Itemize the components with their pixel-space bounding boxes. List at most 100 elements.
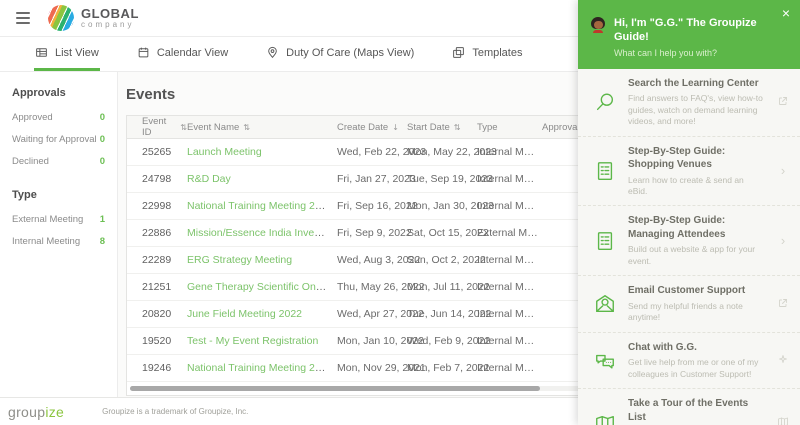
cell-event-name: R&D Day [187, 173, 337, 185]
sparkle-icon [776, 353, 790, 368]
filter-internal-meeting[interactable]: Internal Meeting 8 [12, 236, 105, 247]
cell-start-date: Mon, Jan 30, 2023 [407, 200, 477, 212]
filter-waiting-for-approval[interactable]: Waiting for Approval 0 [12, 134, 105, 145]
filter-approved[interactable]: Approved 0 [12, 112, 105, 123]
cell-event-name: National Training Meeting 2022 [187, 362, 337, 374]
cell-create-date: Wed, Aug 3, 2022 [337, 254, 407, 266]
filter-label: Waiting for Approval [12, 134, 97, 145]
tab-label: Duty Of Care (Maps View) [286, 47, 414, 59]
external-link-icon [776, 95, 790, 110]
event-name-link[interactable]: Mission/Essence India Investigators Meet… [187, 227, 337, 239]
cell-event-name: ERG Strategy Meeting [187, 254, 337, 266]
cell-type: Internal Meeting [477, 308, 542, 320]
cell-event-name: Gene Therapy Scientific Onboarding Meeti… [187, 281, 337, 293]
cell-type: Internal Meeting [477, 362, 542, 374]
guide-item-desc: Get live help from me or one of my colle… [628, 357, 764, 380]
cell-id: 19246 [142, 362, 187, 374]
cell-event-name: June Field Meeting 2022 [187, 308, 337, 320]
event-name-link[interactable]: R&D Day [187, 173, 231, 185]
tab-list-view[interactable]: List View [34, 37, 100, 71]
event-name-link[interactable]: Gene Therapy Scientific Onboarding Meeti… [187, 281, 337, 293]
filter-label: Internal Meeting [12, 236, 80, 247]
cell-type: Internal Meeting [477, 281, 542, 293]
cell-create-date: Wed, Apr 27, 2022 [337, 308, 407, 320]
globe-logo-icon [48, 5, 74, 31]
column-label: Start Date [407, 122, 450, 133]
sort-icon: ⇅ [180, 123, 187, 132]
filter-count: 0 [100, 134, 105, 145]
tab-duty-of-care[interactable]: Duty Of Care (Maps View) [265, 37, 415, 71]
column-label: Event Name [187, 122, 239, 133]
app-window: GLOBAL company List View Calendar View D… [0, 0, 800, 425]
event-name-link[interactable]: ERG Strategy Meeting [187, 254, 292, 266]
guide-list-icon [594, 160, 616, 182]
event-name-link[interactable]: June Field Meeting 2022 [187, 308, 302, 320]
cell-start-date: Wed, Feb 9, 2022 [407, 335, 477, 347]
filter-declined[interactable]: Declined 0 [12, 156, 105, 167]
map-icon [776, 416, 790, 425]
guide-list-icon [594, 230, 616, 252]
event-name-link[interactable]: National Training Meeting 2022 [187, 362, 332, 374]
column-header-event-name[interactable]: Event Name⇅ [187, 122, 337, 133]
guide-item-shopping-venues[interactable]: Step-By-Step Guide: Shopping Venues Lear… [578, 137, 800, 207]
hamburger-menu-icon[interactable] [12, 8, 34, 28]
map-icon [594, 413, 616, 425]
column-header-type[interactable]: Type [477, 122, 542, 133]
horizontal-scrollbar-thumb[interactable] [130, 386, 540, 391]
guide-item-search-learning-center[interactable]: Search the Learning Center Find answers … [578, 69, 800, 137]
column-header-event-id[interactable]: Event ID ⇅ [142, 116, 187, 138]
cell-start-date: Mon, May 22, 2023 [407, 146, 477, 158]
cell-start-date: Tue, Sep 19, 2023 [407, 173, 477, 185]
guide-item-title: Step-By-Step Guide: Managing Attendees [628, 214, 764, 241]
event-name-link[interactable]: Launch Meeting [187, 146, 262, 158]
guide-item-chat[interactable]: Chat with G.G. Get live help from me or … [578, 333, 800, 389]
cell-create-date: Fri, Sep 9, 2022 [337, 227, 407, 239]
cell-create-date: Mon, Jan 10, 2022 [337, 335, 407, 347]
guide-item-title: Search the Learning Center [628, 77, 764, 91]
chevron-right-icon: › [776, 163, 790, 178]
guide-item-tour[interactable]: Take a Tour of the Events List I'll be y… [578, 389, 800, 425]
tab-templates[interactable]: Templates [451, 37, 523, 71]
cell-event-name: Mission/Essence India Investigators Meet… [187, 227, 337, 239]
copy-icon [452, 46, 465, 59]
trademark-text: Groupize is a trademark of Groupize, Inc… [102, 407, 248, 416]
tab-calendar-view[interactable]: Calendar View [136, 37, 229, 71]
guide-item-desc: Build out a website & app for your event… [628, 244, 764, 267]
guide-item-email-support[interactable]: Email Customer Support Send my helpful f… [578, 276, 800, 332]
cell-id: 22998 [142, 200, 187, 212]
column-label: Create Date [337, 122, 388, 133]
close-icon[interactable]: × [782, 6, 790, 20]
filter-count: 0 [100, 156, 105, 167]
column-header-create-date[interactable]: Create Date ↓ [337, 122, 407, 133]
cell-id: 22886 [142, 227, 187, 239]
guide-subtitle: What can I help you with? [614, 48, 788, 58]
cell-id: 19520 [142, 335, 187, 347]
event-name-link[interactable]: Test - My Event Registration [187, 335, 318, 347]
column-label: Event ID [142, 116, 176, 138]
cell-type: Internal Meeting [477, 335, 542, 347]
guide-avatar [590, 17, 606, 33]
guide-item-managing-attendees[interactable]: Step-By-Step Guide: Managing Attendees B… [578, 206, 800, 276]
guide-item-desc: Find answers to FAQ's, view how-to guide… [628, 93, 764, 127]
type-filter-section: Type External Meeting 1 Internal Meeting… [12, 189, 105, 247]
approvals-filter-section: Approvals Approved 0 Waiting for Approva… [12, 87, 105, 167]
guide-item-desc: Send my helpful friends a note anytime! [628, 301, 764, 324]
sort-icon: ↓ [392, 123, 399, 132]
cell-create-date: Wed, Feb 22, 2023 [337, 146, 407, 158]
filter-section-title: Approvals [12, 87, 105, 99]
cell-create-date: Fri, Jan 27, 2023 [337, 173, 407, 185]
filter-count: 1 [100, 214, 105, 225]
groupize-logo: groupize [8, 404, 64, 420]
cell-start-date: Mon, Jul 11, 2022 [407, 281, 477, 293]
logo-primary-text: GLOBAL [81, 7, 139, 21]
filter-external-meeting[interactable]: External Meeting 1 [12, 214, 105, 225]
guide-panel-body: Search the Learning Center Find answers … [578, 69, 800, 425]
event-name-link[interactable]: National Training Meeting 2023 [187, 200, 332, 212]
column-header-start-date[interactable]: Start Date⇅ [407, 122, 477, 133]
map-pin-icon [266, 46, 279, 59]
cell-start-date: Sun, Oct 2, 2022 [407, 254, 477, 266]
list-view-icon [35, 46, 48, 59]
cell-type: Internal Meeting [477, 146, 542, 158]
cell-id: 20820 [142, 308, 187, 320]
cell-start-date: Mon, Feb 7, 2022 [407, 362, 477, 374]
